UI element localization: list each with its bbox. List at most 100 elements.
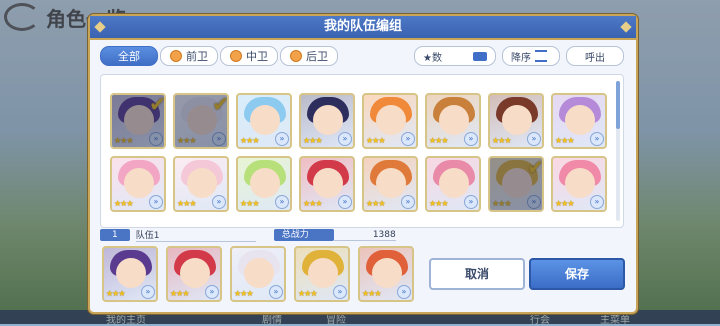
- roster-card[interactable]: ★★★ » ✔: [110, 93, 166, 149]
- star-rating: ★★★: [492, 199, 511, 208]
- call-button[interactable]: 呼出: [566, 46, 624, 66]
- character-portrait: [376, 105, 406, 135]
- team-name[interactable]: 队伍1: [135, 228, 256, 242]
- character-portrait: [439, 168, 469, 198]
- rank-icon: »: [527, 132, 541, 146]
- star-rating: ★★★: [106, 289, 125, 298]
- cancel-button[interactable]: 取消: [429, 258, 525, 290]
- team-slot-card[interactable]: ★★★ »: [102, 246, 158, 302]
- character-hair: [181, 97, 223, 123]
- team-slot-card[interactable]: ★★★ »: [230, 246, 286, 302]
- rank-icon: »: [397, 285, 411, 299]
- character-portrait: [124, 168, 154, 198]
- sort-key-button[interactable]: ★数: [414, 46, 496, 66]
- roster-grid: ★★★» ✔ ★★★» ✔ ★★★» ★★★» ★★★» ★★★» ★★★» ★★★» ★★★» ★★…: [110, 93, 607, 212]
- save-button[interactable]: 保存: [529, 258, 625, 290]
- character-portrait: [250, 168, 280, 198]
- character-portrait: [180, 258, 210, 288]
- roster-card[interactable]: ★★★ »: [362, 93, 418, 149]
- roster-card[interactable]: ★★★ »: [299, 156, 355, 212]
- roster-card[interactable]: ★★★ »: [173, 156, 229, 212]
- back-icon: [290, 50, 302, 62]
- star-rating: ★★★: [177, 199, 196, 208]
- roster-card[interactable]: ★★★ »: [236, 93, 292, 149]
- character-portrait: [376, 168, 406, 198]
- roster-card[interactable]: ★★★ »: [425, 156, 481, 212]
- rank-icon: »: [275, 195, 289, 209]
- star-rating: ★★★: [429, 136, 448, 145]
- scrollbar-thumb[interactable]: [616, 81, 620, 129]
- star-rating: ★★★: [555, 136, 574, 145]
- team-slot-card[interactable]: ★★★ »: [166, 246, 222, 302]
- tab-front[interactable]: 前卫: [160, 46, 218, 66]
- character-portrait: [244, 258, 274, 288]
- rank-icon: »: [527, 195, 541, 209]
- star-rating: ★★★: [170, 289, 189, 298]
- sort-order-button[interactable]: 降序: [502, 46, 560, 66]
- star-rating: ★★★: [177, 136, 196, 145]
- character-portrait: [250, 105, 280, 135]
- star-rating: ★★★: [234, 289, 253, 298]
- rank-icon: »: [212, 195, 226, 209]
- roster-card[interactable]: ★★★ » ✔: [173, 93, 229, 149]
- roster-card[interactable]: ★★★ »: [551, 93, 607, 149]
- rank-icon: »: [401, 132, 415, 146]
- roster-card[interactable]: ★★★ »: [236, 156, 292, 212]
- character-portrait: [313, 168, 343, 198]
- rank-icon: »: [269, 285, 283, 299]
- rank-icon: »: [338, 132, 352, 146]
- sort-key-icon: [473, 51, 487, 61]
- rank-icon: »: [590, 132, 604, 146]
- power-value: 1388: [333, 230, 396, 241]
- star-rating: ★★★: [303, 199, 322, 208]
- selected-check-icon: ✔: [212, 93, 229, 116]
- tab-back[interactable]: 后卫: [280, 46, 338, 66]
- sort-order-icon: [535, 50, 547, 62]
- star-rating: ★★★: [240, 199, 259, 208]
- roster-card[interactable]: ★★★ »: [362, 156, 418, 212]
- rank-icon: »: [149, 195, 163, 209]
- star-rating: ★★★: [492, 136, 511, 145]
- roster-card[interactable]: ★★★ » ✔: [488, 156, 544, 212]
- tab-all[interactable]: 全部: [100, 46, 158, 66]
- roster-card[interactable]: ★★★ »: [299, 93, 355, 149]
- roster-card[interactable]: ★★★ »: [110, 156, 166, 212]
- tab-middle[interactable]: 中卫: [220, 46, 278, 66]
- character-portrait: [124, 105, 154, 135]
- character-portrait: [565, 105, 595, 135]
- roster-card[interactable]: ★★★ »: [488, 93, 544, 149]
- character-portrait: [187, 105, 217, 135]
- position-filter-tabs: 全部 前卫 中卫 后卫: [100, 46, 338, 66]
- character-hair: [118, 97, 160, 123]
- star-rating: ★★★: [303, 136, 322, 145]
- star-rating: ★★★: [429, 199, 448, 208]
- sort-controls: ★数 降序 呼出: [414, 46, 624, 66]
- character-portrait: [372, 258, 402, 288]
- rank-icon: »: [464, 195, 478, 209]
- rank-icon: »: [205, 285, 219, 299]
- roster-card[interactable]: ★★★ »: [551, 156, 607, 212]
- character-portrait: [308, 258, 338, 288]
- rank-icon: »: [590, 195, 604, 209]
- team-slot-card[interactable]: ★★★ »: [358, 246, 414, 302]
- roster-scrollbar[interactable]: [616, 81, 620, 221]
- rank-icon: »: [464, 132, 478, 146]
- rank-icon: »: [333, 285, 347, 299]
- middle-icon: [230, 50, 242, 62]
- selected-check-icon: ✔: [149, 93, 166, 116]
- rank-icon: »: [149, 132, 163, 146]
- rank-icon: »: [401, 195, 415, 209]
- star-rating: ★★★: [362, 289, 381, 298]
- character-portrait: [116, 258, 146, 288]
- power-label: 总战力: [273, 229, 334, 241]
- rank-icon: »: [338, 195, 352, 209]
- star-rating: ★★★: [114, 136, 133, 145]
- roster-card[interactable]: ★★★ »: [425, 93, 481, 149]
- star-rating: ★★★: [298, 289, 317, 298]
- character-portrait: [502, 168, 532, 198]
- star-rating: ★★★: [366, 136, 385, 145]
- rank-icon: »: [212, 132, 226, 146]
- team-slot-card[interactable]: ★★★ »: [294, 246, 350, 302]
- front-icon: [170, 50, 182, 62]
- star-rating: ★★★: [366, 199, 385, 208]
